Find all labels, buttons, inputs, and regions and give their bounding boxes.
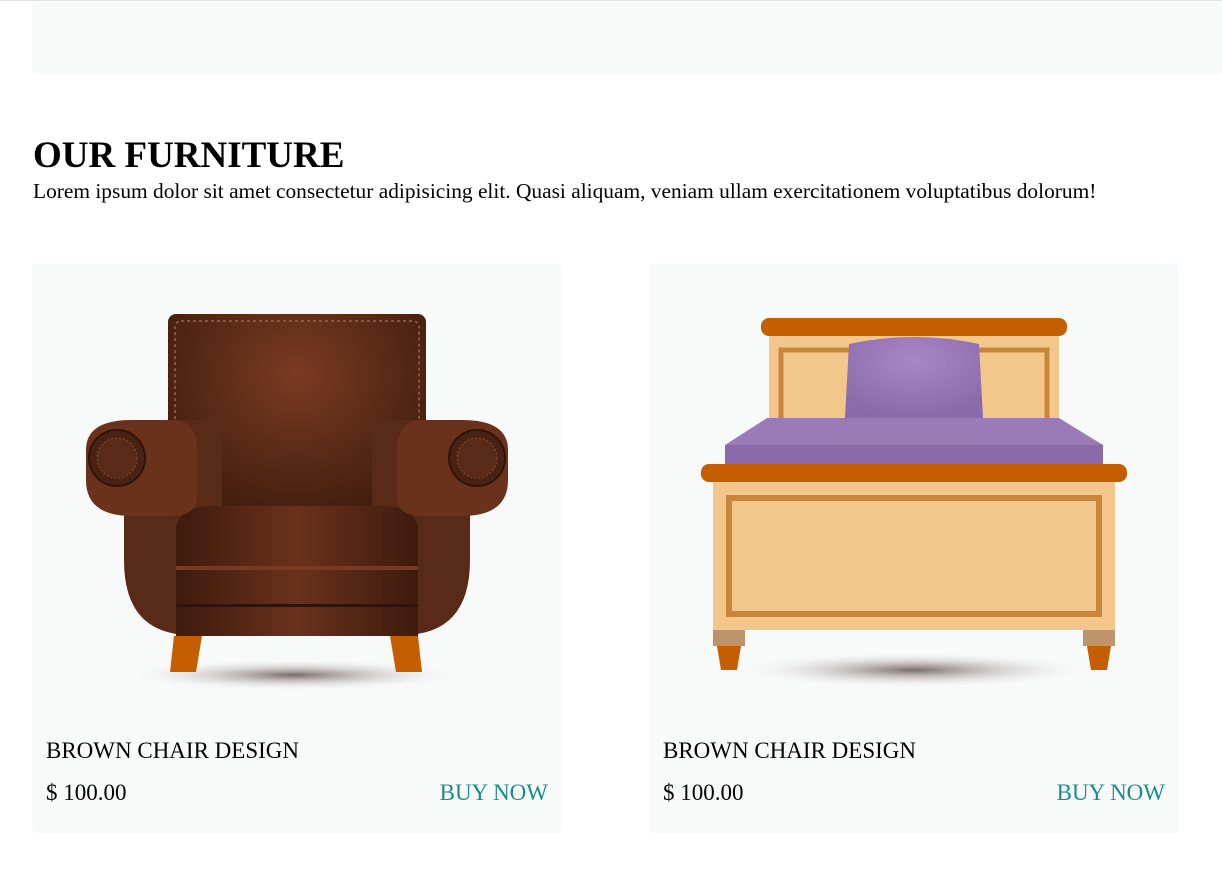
product-name: BROWN CHAIR DESIGN (46, 738, 299, 763)
top-divider (0, 0, 1222, 1)
bed-image (701, 318, 1127, 688)
buy-now-link[interactable]: BUY NOW (1057, 778, 1165, 808)
product-price: $ 100.00 (46, 780, 127, 805)
brown-armchair-image (86, 314, 508, 691)
buy-now-link[interactable]: BUY NOW (440, 778, 548, 808)
product-card: BROWN CHAIR DESIGN $ 100.00 BUY NOW (32, 264, 562, 833)
product-name: BROWN CHAIR DESIGN (663, 738, 916, 763)
product-price: $ 100.00 (663, 780, 744, 805)
product-card: BROWN CHAIR DESIGN $ 100.00 BUY NOW (649, 264, 1179, 833)
section-title: OUR FURNITURE (33, 135, 345, 176)
header-bar (32, 2, 1222, 74)
section-description: Lorem ipsum dolor sit amet consectetur a… (33, 179, 1097, 203)
